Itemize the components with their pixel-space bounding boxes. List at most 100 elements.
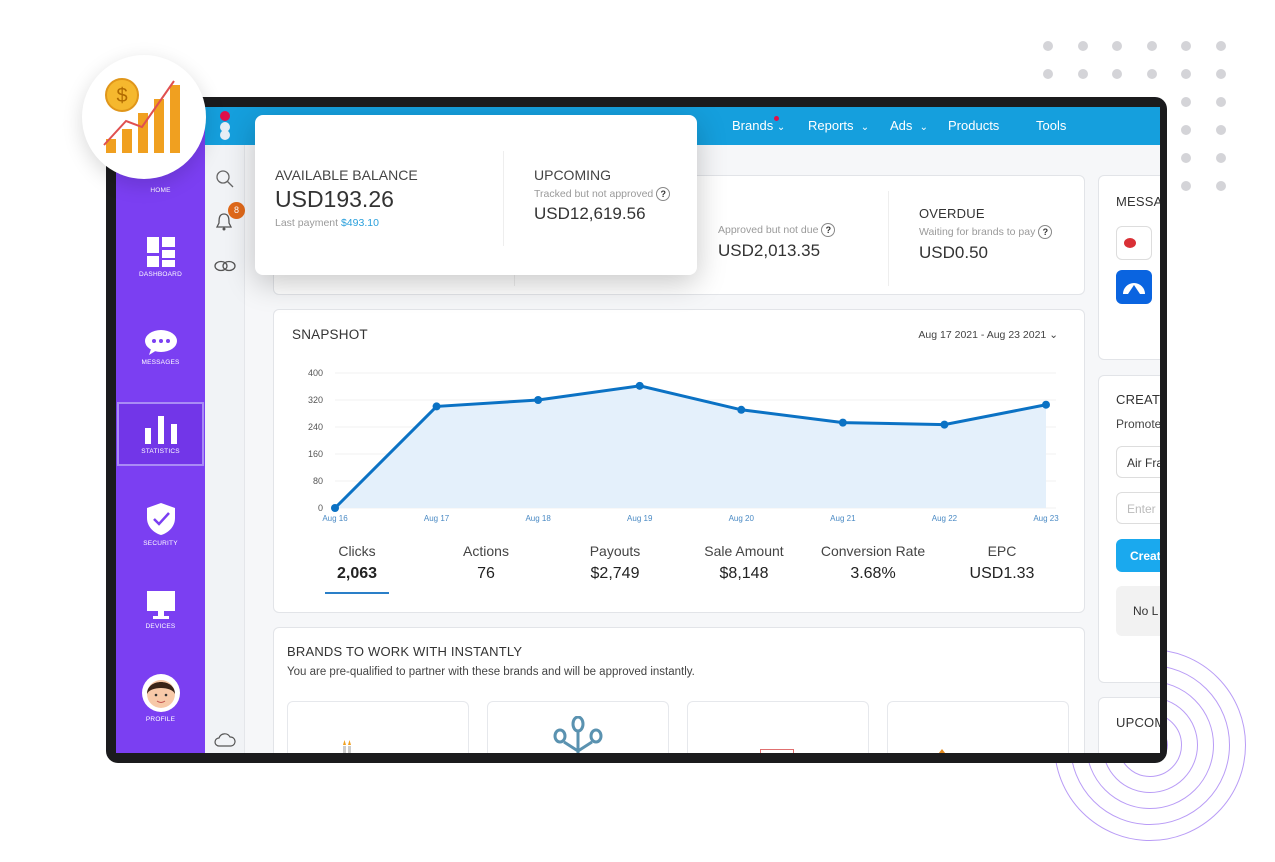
- last-payment-link[interactable]: $493.10: [341, 217, 379, 229]
- help-icon[interactable]: ?: [656, 187, 671, 201]
- decor-dot: [1215, 153, 1226, 163]
- sidebar-label: DEVICES: [145, 623, 176, 630]
- data-point: [635, 381, 644, 390]
- decor-dot: [1146, 41, 1157, 51]
- app-screen: HOME DASHBOARD MESSAGES STATISTICS SECUR…: [116, 107, 1160, 753]
- sidebar-item-security[interactable]: SECURITY: [117, 502, 204, 547]
- link-icon[interactable]: [214, 260, 236, 272]
- approved-section: Approved but not due? USD2,013.35: [718, 223, 836, 261]
- data-point: [737, 405, 746, 414]
- brand-tile[interactable]: [487, 701, 669, 753]
- notification-dot: [774, 116, 779, 121]
- sidebar-label: PROFILE: [145, 716, 176, 723]
- decor-dot: [1077, 69, 1088, 79]
- decor-dot: [1181, 41, 1191, 51]
- y-tick-label: 0: [318, 503, 323, 513]
- decor-dot: [1181, 153, 1191, 163]
- metric-value: $2,749: [590, 565, 640, 582]
- brand-select[interactable]: Air Fra: [1116, 446, 1160, 478]
- growth-badge-icon: $: [82, 55, 206, 179]
- decor-dot: [1112, 69, 1122, 79]
- sidebar-item-profile[interactable]: PROFILE: [117, 674, 204, 723]
- sidebar-item-statistics[interactable]: STATISTICS: [117, 402, 204, 466]
- metric-value: 3.68%: [850, 565, 896, 582]
- sidebar-label: STATISTICS: [141, 448, 180, 455]
- brand-tile[interactable]: [287, 701, 469, 753]
- metric-payouts[interactable]: Payouts $2,749: [550, 543, 680, 583]
- sidebar-item-devices[interactable]: DEVICES: [117, 591, 204, 630]
- avatar-icon: [141, 674, 180, 712]
- decor-dot: [1215, 181, 1226, 191]
- brands-card: BRANDS TO WORK WITH INSTANTLY You are pr…: [273, 627, 1085, 753]
- available-balance-popup: AVAILABLE BALANCE USD193.26 Last payment…: [255, 115, 697, 275]
- x-tick-label: Aug 21: [830, 514, 856, 523]
- data-point: [331, 504, 339, 512]
- metric-label: Conversion Rate: [820, 543, 926, 559]
- nav-ads[interactable]: Ads ⌄: [890, 118, 928, 133]
- metric-clicks[interactable]: Clicks 2,063: [292, 543, 422, 594]
- x-tick-label: Aug 16: [322, 514, 348, 523]
- metric-value: $8,148: [719, 565, 769, 582]
- sidebar-label: DASHBOARD: [139, 271, 182, 278]
- data-point: [940, 420, 949, 429]
- brand-message-avatar[interactable]: [1116, 270, 1152, 304]
- metric-conversion-rate[interactable]: Conversion Rate 3.68%: [808, 543, 938, 583]
- nav-products[interactable]: Products: [948, 118, 999, 133]
- metric-sale-amount[interactable]: Sale Amount $8,148: [679, 543, 809, 583]
- x-tick-label: Aug 22: [932, 514, 958, 523]
- help-icon[interactable]: ?: [821, 223, 836, 237]
- create-button[interactable]: Creat: [1116, 539, 1160, 572]
- x-tick-label: Aug 17: [424, 514, 450, 523]
- help-icon[interactable]: ?: [1038, 225, 1053, 239]
- metric-value: 2,063: [336, 565, 378, 582]
- app-logo: [220, 111, 230, 140]
- nav-tools[interactable]: Tools: [1036, 118, 1066, 133]
- sidebar-label: SECURITY: [143, 540, 178, 547]
- decor-dot: [1215, 97, 1226, 107]
- decor-dot: [1077, 41, 1088, 51]
- brand-tile[interactable]: [687, 701, 869, 753]
- notification-badge: 8: [228, 202, 245, 219]
- y-tick-label: 160: [308, 449, 323, 459]
- sidebar-label: MESSAGES: [141, 359, 180, 366]
- monitor-icon: [146, 591, 175, 619]
- decor-dot: [1215, 69, 1226, 79]
- brand-message-avatar[interactable]: [1116, 226, 1152, 260]
- data-point: [838, 418, 847, 427]
- decor-dot: [1215, 125, 1226, 135]
- chat-bubble-icon: [144, 330, 177, 355]
- decor-dot: [1181, 97, 1191, 107]
- sidebar-item-dashboard[interactable]: DASHBOARD: [117, 237, 204, 278]
- brand-logo: [938, 749, 946, 753]
- metric-label: EPC: [987, 543, 1017, 559]
- url-input[interactable]: Enter: [1116, 492, 1160, 524]
- decor-dot: [1181, 181, 1191, 191]
- cloud-icon[interactable]: [214, 733, 236, 747]
- metric-value: 76: [477, 565, 495, 582]
- overdue-section: OVERDUE Waiting for brands to pay? USD0.…: [919, 206, 1053, 263]
- sidebar-item-messages[interactable]: MESSAGES: [117, 329, 204, 366]
- x-tick-label: Aug 20: [729, 514, 755, 523]
- search-icon[interactable]: [216, 170, 234, 188]
- shield-check-icon: [146, 503, 175, 535]
- y-tick-label: 400: [308, 368, 323, 378]
- data-point: [432, 402, 441, 411]
- sidebar-item-home[interactable]: HOME: [117, 187, 204, 194]
- metric-value: USD1.33: [969, 565, 1035, 582]
- snapshot-card: SNAPSHOT Aug 17 2021 - Aug 23 2021 ⌄ 0 80…: [273, 309, 1085, 613]
- chevron-down-icon: ⌄: [919, 122, 929, 133]
- chevron-down-icon: ⌄: [860, 122, 870, 133]
- metric-epc[interactable]: EPC USD1.33: [937, 543, 1067, 583]
- active-tab-underline: [325, 592, 389, 594]
- nav-reports[interactable]: Reports ⌄: [808, 118, 869, 133]
- metric-label: Actions: [463, 543, 509, 559]
- create-link-card: CREAT Promote Air Fra Enter Creat No L: [1098, 375, 1160, 683]
- metric-actions[interactable]: Actions 76: [421, 543, 551, 583]
- y-tick-label: 240: [308, 422, 323, 432]
- brand-logo: [760, 749, 794, 753]
- nav-brands[interactable]: Brands ⌄: [732, 116, 785, 133]
- dashboard-icon: [146, 237, 175, 267]
- x-tick-label: Aug 18: [525, 514, 551, 523]
- brand-tile[interactable]: [887, 701, 1069, 753]
- y-tick-label: 80: [313, 476, 323, 486]
